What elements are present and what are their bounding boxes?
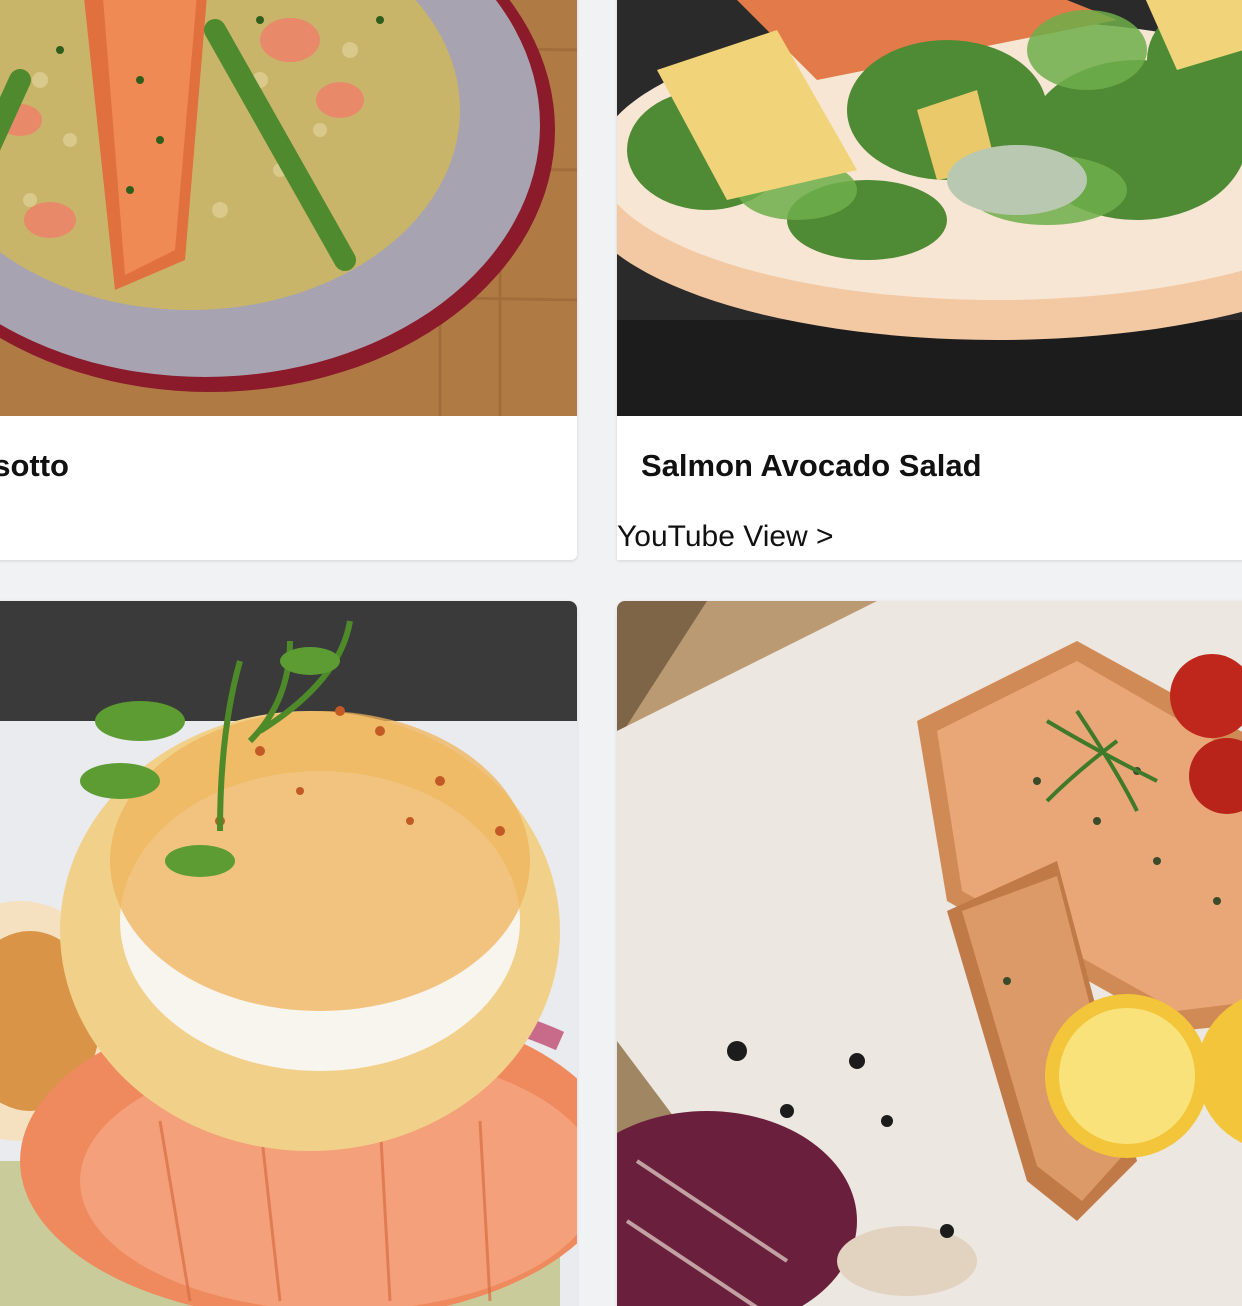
recipe-card-eggs-benedict[interactable]: [0, 601, 577, 1306]
recipe-card-grilled-salmon[interactable]: [617, 601, 1242, 1306]
smoked-salmon-eggs-benedict-photo[interactable]: [0, 601, 577, 1306]
salmon-avocado-salad-photo[interactable]: [617, 0, 1242, 416]
salmon-risotto-photo[interactable]: [0, 0, 577, 416]
recipe-title[interactable]: Salmon Avocado Salad: [641, 448, 982, 484]
grilled-salmon-lemon-photo[interactable]: [617, 601, 1242, 1306]
recipe-card-salmon-avocado-salad[interactable]: Salmon Avocado Salad YouTube View >: [617, 0, 1242, 560]
youtube-view-link[interactable]: YouTube View >: [617, 520, 834, 554]
recipe-title[interactable]: sotto: [0, 448, 69, 484]
recipe-grid: sotto Salmon Avocado Salad YouTube View …: [0, 0, 1242, 1306]
recipe-card-risotto[interactable]: sotto: [0, 0, 577, 560]
